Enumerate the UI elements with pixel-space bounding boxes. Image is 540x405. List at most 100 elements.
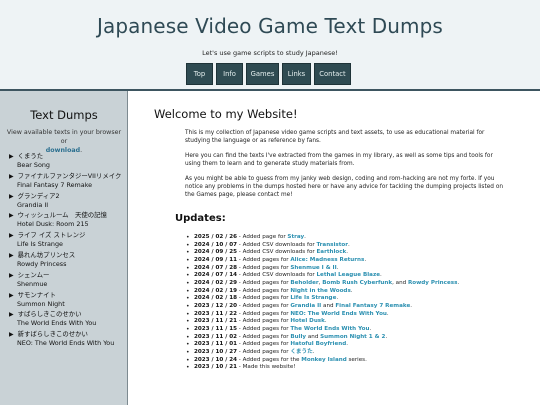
game-japanese-title: ウィッシュルーム 天使の記憶 bbox=[17, 211, 107, 220]
game-english-title: Grandia II bbox=[17, 200, 49, 209]
update-link[interactable]: Shenmue I & II bbox=[290, 265, 336, 271]
update-text: - Added pages for bbox=[237, 287, 291, 294]
update-text: - Added pages for bbox=[237, 302, 291, 309]
update-item: 2024 / 07 / 14 - Added CSV downloads for… bbox=[186, 272, 514, 280]
nav-games-button[interactable]: Games bbox=[246, 63, 279, 85]
sidebar-game-item[interactable]: ▶ グランディア2 Grandia II bbox=[9, 192, 127, 212]
sidebar-game-item[interactable]: ▶ ライフ イズ ストレンジ Life Is Strange bbox=[9, 231, 127, 251]
update-link[interactable]: Hatoful Boyfriend bbox=[290, 341, 346, 347]
nav-links-button[interactable]: Links bbox=[282, 63, 311, 85]
update-date: 2023 / 10 / 21 bbox=[194, 364, 238, 371]
update-link[interactable]: Final Fantasy 7 Remake bbox=[335, 303, 410, 309]
updates-list: 2025 / 02 / 26 - Added page for Stray.20… bbox=[186, 234, 514, 372]
update-link[interactable]: くまうた bbox=[290, 349, 312, 355]
update-item: 2024 / 10 / 07 - Added CSV downloads for… bbox=[186, 241, 514, 250]
update-date: 2023 / 11 / 15 bbox=[194, 325, 238, 332]
update-link[interactable]: Life Is Strange bbox=[290, 295, 336, 301]
update-text: - Added pages for bbox=[237, 341, 291, 348]
update-tail: . bbox=[380, 272, 382, 279]
update-link[interactable]: Lethal League Blaze bbox=[316, 272, 380, 278]
update-text: - Added pages for bbox=[237, 348, 291, 355]
updates-heading: Updates: bbox=[175, 213, 226, 224]
update-link[interactable]: Night in the Woods bbox=[290, 288, 350, 294]
triangle-right-icon: ▶ bbox=[9, 232, 14, 240]
game-english-title: Final Fantasy 7 Remake bbox=[17, 180, 93, 189]
update-link[interactable]: The World Ends With You bbox=[290, 326, 369, 332]
update-date: 2023 / 11 / 01 bbox=[194, 341, 238, 348]
game-english-title: Life Is Strange bbox=[17, 240, 63, 249]
update-link[interactable]: Transistor bbox=[316, 242, 348, 248]
sidebar-game-item[interactable]: ▶ ウィッシュルーム 天使の記憶 Hotel Dusk: Room 215 bbox=[9, 211, 127, 231]
update-tail: . bbox=[385, 333, 388, 340]
update-link[interactable]: Rowdy Princess bbox=[408, 280, 457, 286]
update-date: 2024 / 07 / 14 bbox=[194, 272, 238, 279]
site-tagline: Let's use game scripts to study Japanese… bbox=[202, 49, 338, 57]
update-link[interactable]: Summon Night 1 & 2 bbox=[320, 334, 385, 340]
update-link[interactable]: Monkey Island bbox=[301, 357, 346, 363]
update-item: 2024 / 02 / 19 - Added pages for Night i… bbox=[186, 287, 514, 296]
nav-info-button[interactable]: Info bbox=[216, 63, 243, 85]
game-japanese-title: くまうた bbox=[17, 152, 44, 160]
sidebar-game-item[interactable]: ▶ くまうた Bear Song bbox=[9, 152, 127, 172]
sidebar-game-item[interactable]: ▶ すばらしきこのせかい The World Ends With You bbox=[9, 310, 127, 330]
site-header: Japanese Video Game Text Dumps Let's use… bbox=[0, 0, 540, 89]
game-english-title: The World Ends With You bbox=[17, 319, 97, 328]
update-text: - Added pages for bbox=[237, 325, 291, 332]
update-date: 2023 / 10 / 27 bbox=[194, 348, 238, 355]
update-link[interactable]: Bully bbox=[290, 334, 306, 340]
update-separator: , and bbox=[392, 279, 408, 286]
sidebar-game-item[interactable]: ▶ シェンムー Shenmue bbox=[9, 271, 127, 291]
game-title-row: ▶ ライフ イズ ストレンジ bbox=[9, 231, 127, 240]
nav-contact-button[interactable]: Contact bbox=[314, 63, 351, 85]
update-date: 2024 / 02 / 18 bbox=[194, 295, 238, 302]
update-text: - Added CSV downloads for bbox=[237, 249, 317, 256]
sidebar-game-item[interactable]: ▶ 新すばらしきこのせかい NEO: The World Ends With You bbox=[9, 330, 127, 350]
update-date: 2023 / 11 / 22 bbox=[194, 310, 238, 317]
update-tail: . bbox=[346, 249, 349, 256]
update-tail: . bbox=[410, 302, 413, 309]
triangle-right-icon: ▶ bbox=[9, 172, 14, 180]
update-item: 2023 / 11 / 15 - Added pages for The Wor… bbox=[186, 325, 514, 334]
update-item: 2025 / 02 / 26 - Added page for Stray. bbox=[186, 234, 514, 242]
update-link[interactable]: Bomb Rush Cyberfunk bbox=[322, 280, 392, 286]
sidebar-game-item[interactable]: ▶ サモンナイト Summon Night bbox=[9, 291, 127, 311]
game-english-title: Rowdy Princess bbox=[17, 259, 67, 268]
update-text: - Added pages for bbox=[237, 256, 291, 263]
sidebar: Text Dumps View available texts in your … bbox=[0, 91, 128, 405]
update-text: - Added pages for bbox=[237, 295, 291, 302]
game-list: ▶ くまうた Bear Song ▶ ファイナルファンタジーVIIリメイク Final F… bbox=[9, 152, 127, 350]
game-japanese-title: 新すばらしきこのせかい bbox=[17, 330, 88, 339]
update-tail: . bbox=[350, 287, 353, 294]
update-link[interactable]: Earthlock bbox=[316, 249, 346, 255]
texts-paragraph: Here you can find the texts I've extract… bbox=[185, 153, 493, 167]
update-tail: . bbox=[386, 310, 389, 317]
update-item: 2023 / 10 / 21 - Made this website! bbox=[186, 364, 514, 372]
update-link[interactable]: Grandia II bbox=[290, 303, 321, 309]
sidebar-game-item[interactable]: ▶ ファイナルファンタジーVIIリメイク Final Fantasy 7 Remak… bbox=[9, 172, 127, 192]
site-title: Japanese Video Game Text Dumps bbox=[97, 14, 443, 38]
update-link[interactable]: Beholder bbox=[290, 280, 318, 286]
update-link[interactable]: Stray bbox=[287, 234, 304, 240]
update-tail: . bbox=[304, 234, 306, 240]
sidebar-game-item[interactable]: ▶ 暴れん坊プリンセス Rowdy Princess bbox=[9, 251, 127, 271]
main-nav: Top Info Games Links Contact bbox=[186, 63, 351, 85]
update-date: 2023 / 12 / 20 bbox=[194, 302, 238, 309]
triangle-right-icon: ▶ bbox=[9, 291, 14, 299]
update-tail: . bbox=[348, 241, 350, 248]
game-title-row: ▶ 新すばらしきこのせかい bbox=[9, 330, 127, 339]
update-tail: . bbox=[369, 325, 372, 332]
update-link[interactable]: Hotel Dusk bbox=[290, 318, 325, 324]
game-japanese-title: シェンムー bbox=[17, 270, 50, 279]
update-text: - Added page for bbox=[237, 234, 288, 240]
update-item: 2024 / 07 / 28 - Added pages for Shenmue… bbox=[186, 265, 514, 273]
nav-top-button[interactable]: Top bbox=[186, 63, 213, 85]
update-date: 2024 / 09 / 11 bbox=[194, 256, 238, 263]
update-text: - Made this website! bbox=[237, 364, 296, 371]
update-item: 2023 / 12 / 20 - Added pages for Grandia… bbox=[186, 302, 514, 311]
triangle-right-icon: ▶ bbox=[9, 271, 14, 279]
update-link[interactable]: Alice: Madness Returns bbox=[290, 257, 364, 263]
update-link[interactable]: NEO: The World Ends With You bbox=[290, 311, 387, 317]
update-tail: . bbox=[457, 279, 460, 286]
update-date: 2024 / 10 / 07 bbox=[194, 241, 238, 248]
game-title-row: ▶ サモンナイト bbox=[9, 291, 127, 300]
